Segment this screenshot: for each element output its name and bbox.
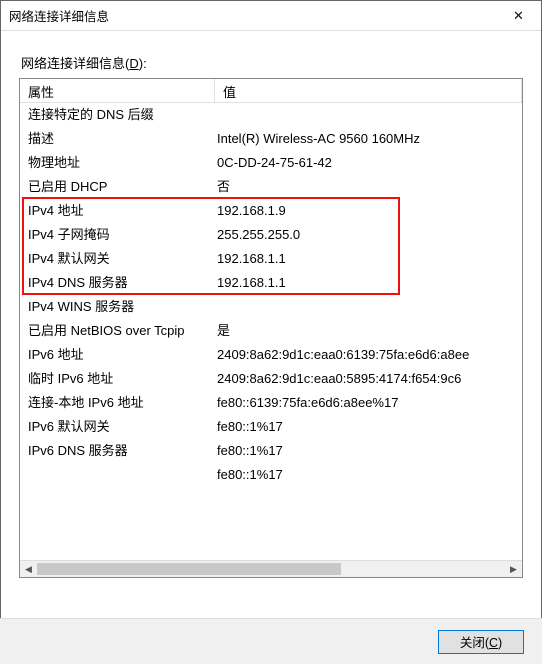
table-row[interactable]: 连接特定的 DNS 后缀 (20, 103, 522, 127)
details-label-hotkey: D (129, 56, 138, 71)
cell-property: IPv4 地址 (20, 199, 215, 223)
details-label-prefix: 网络连接详细信息( (21, 56, 129, 71)
close-button-prefix: 关闭( (460, 636, 489, 650)
cell-value: fe80::1%17 (215, 415, 522, 439)
cell-property: 已启用 NetBIOS over Tcpip (20, 319, 215, 343)
table-row[interactable]: 连接-本地 IPv6 地址fe80::6139:75fa:e6d6:a8ee%1… (20, 391, 522, 415)
dialog-content: 网络连接详细信息(D): 属性 值 连接特定的 DNS 后缀描述Intel(R)… (1, 31, 541, 615)
cell-property: IPv6 DNS 服务器 (20, 439, 215, 463)
table-header: 属性 值 (20, 79, 522, 103)
table-row[interactable]: 已启用 DHCP否 (20, 175, 522, 199)
table-row[interactable]: 临时 IPv6 地址2409:8a62:9d1c:eaa0:5895:4174:… (20, 367, 522, 391)
cell-value: 192.168.1.9 (215, 199, 522, 223)
table-row[interactable]: IPv4 WINS 服务器 (20, 295, 522, 319)
cell-value: 192.168.1.1 (215, 271, 522, 295)
cell-value (215, 295, 522, 319)
table-row[interactable]: IPv4 子网掩码255.255.255.0 (20, 223, 522, 247)
cell-value: 0C-DD-24-75-61-42 (215, 151, 522, 175)
table-row[interactable]: 描述Intel(R) Wireless-AC 9560 160MHz (20, 127, 522, 151)
cell-value: 2409:8a62:9d1c:eaa0:5895:4174:f654:9c6 (215, 367, 522, 391)
cell-value: fe80::1%17 (215, 439, 522, 463)
cell-value (215, 103, 522, 127)
cell-value: 2409:8a62:9d1c:eaa0:6139:75fa:e6d6:a8ee (215, 343, 522, 367)
cell-property: IPv4 WINS 服务器 (20, 295, 215, 319)
table-row[interactable]: IPv6 DNS 服务器fe80::1%17 (20, 439, 522, 463)
cell-property: 物理地址 (20, 151, 215, 175)
cell-property: 临时 IPv6 地址 (20, 367, 215, 391)
table-row[interactable]: 物理地址0C-DD-24-75-61-42 (20, 151, 522, 175)
cell-property: 描述 (20, 127, 215, 151)
close-button[interactable]: 关闭(C) (438, 630, 524, 654)
cell-value: 255.255.255.0 (215, 223, 522, 247)
cell-property: IPv4 默认网关 (20, 247, 215, 271)
scroll-thumb[interactable] (37, 563, 341, 575)
table-row[interactable]: IPv4 默认网关192.168.1.1 (20, 247, 522, 271)
cell-property (20, 463, 215, 487)
cell-property: 连接-本地 IPv6 地址 (20, 391, 215, 415)
cell-property: IPv6 地址 (20, 343, 215, 367)
close-button-hotkey: C (489, 636, 498, 650)
cell-value: fe80::1%17 (215, 463, 522, 487)
cell-value: fe80::6139:75fa:e6d6:a8ee%17 (215, 391, 522, 415)
table-row[interactable]: fe80::1%17 (20, 463, 522, 487)
table-row[interactable]: IPv4 DNS 服务器192.168.1.1 (20, 271, 522, 295)
chevron-left-icon: ◀ (25, 564, 32, 575)
cell-property: IPv6 默认网关 (20, 415, 215, 439)
details-label: 网络连接详细信息(D): (21, 53, 523, 72)
cell-property: 已启用 DHCP (20, 175, 215, 199)
details-table[interactable]: 属性 值 连接特定的 DNS 后缀描述Intel(R) Wireless-AC … (19, 78, 523, 578)
scroll-left-button[interactable]: ◀ (20, 561, 37, 577)
close-icon: ✕ (513, 8, 524, 24)
table-row[interactable]: IPv4 地址192.168.1.9 (20, 199, 522, 223)
scroll-track[interactable] (37, 561, 505, 577)
details-label-suffix: ): (139, 56, 147, 71)
titlebar: 网络连接详细信息 ✕ (1, 1, 541, 31)
scroll-right-button[interactable]: ▶ (505, 561, 522, 577)
window-title: 网络连接详细信息 (9, 6, 496, 25)
cell-value: Intel(R) Wireless-AC 9560 160MHz (215, 127, 522, 151)
cell-property: IPv4 子网掩码 (20, 223, 215, 247)
dialog-footer: 关闭(C) (0, 618, 542, 664)
table-row[interactable]: IPv6 默认网关fe80::1%17 (20, 415, 522, 439)
table-row[interactable]: IPv6 地址2409:8a62:9d1c:eaa0:6139:75fa:e6d… (20, 343, 522, 367)
cell-value: 是 (215, 319, 522, 343)
horizontal-scrollbar[interactable]: ◀ ▶ (20, 560, 522, 577)
chevron-right-icon: ▶ (510, 564, 517, 575)
window-close-button[interactable]: ✕ (496, 2, 541, 30)
column-header-value[interactable]: 值 (215, 79, 522, 102)
cell-value: 192.168.1.1 (215, 247, 522, 271)
table-body: 连接特定的 DNS 后缀描述Intel(R) Wireless-AC 9560 … (20, 103, 522, 559)
column-header-property[interactable]: 属性 (20, 79, 215, 102)
close-button-suffix: ) (498, 636, 502, 650)
cell-value: 否 (215, 175, 522, 199)
cell-property: IPv4 DNS 服务器 (20, 271, 215, 295)
table-row[interactable]: 已启用 NetBIOS over Tcpip是 (20, 319, 522, 343)
cell-property: 连接特定的 DNS 后缀 (20, 103, 215, 127)
